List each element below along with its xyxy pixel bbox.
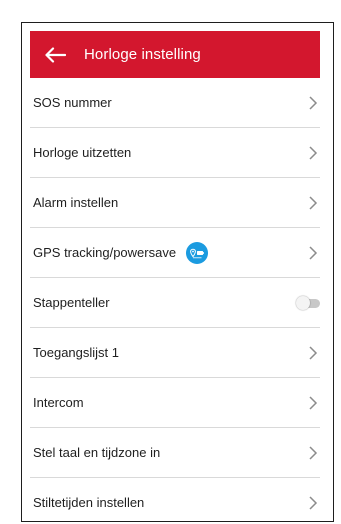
chevron-right-icon [309,245,318,260]
chevron-right-icon [309,95,318,110]
menu-item-language-timezone[interactable]: Stel taal en tijdzone in [30,428,320,478]
menu-item-label: Toegangslijst 1 [33,345,119,360]
menu-item-label: Stappenteller [33,295,110,310]
menu-item-label: Intercom [33,395,84,410]
chevron-right-icon [309,445,318,460]
menu-item-label: GPS tracking/powersave [33,245,177,260]
arrow-left-icon [45,46,66,63]
menu-item-intercom[interactable]: Intercom [30,378,320,428]
chevron-right-icon [309,345,318,360]
menu-item-label: Stel taal en tijdzone in [33,445,161,460]
menu-item-watch-power-off[interactable]: Horloge uitzetten [30,128,320,178]
toggle-knob [296,295,310,310]
chevron-right-icon [309,195,318,210]
chevron-right-icon [309,395,318,410]
settings-list: SOS nummer Horloge uitzetten Alarm inste… [30,78,320,521]
menu-item-alarm-settings[interactable]: Alarm instellen [30,178,320,228]
chevron-right-icon [309,495,318,510]
menu-item-label: Alarm instellen [33,195,119,210]
back-button[interactable] [42,42,68,68]
top-app-bar: Horloge instelling [30,31,320,78]
menu-item-label: Stiltetijden instellen [33,495,145,510]
menu-item-quiet-times[interactable]: Stiltetijden instellen [30,478,320,521]
step-counter-toggle[interactable] [296,295,320,310]
menu-item-step-counter: Stappenteller [30,278,320,328]
phone-screen: Horloge instelling SOS nummer Horloge ui… [21,22,334,522]
chevron-right-icon [309,145,318,160]
page-title: Horloge instelling [84,46,201,63]
menu-item-gps-tracking[interactable]: GPS tracking/powersave [30,228,320,278]
menu-item-sos-number[interactable]: SOS nummer [30,78,320,128]
menu-item-label: SOS nummer [33,95,112,110]
menu-item-access-list[interactable]: Toegangslijst 1 [30,328,320,378]
menu-item-label: Horloge uitzetten [33,145,132,160]
gps-powersave-icon [186,241,209,264]
